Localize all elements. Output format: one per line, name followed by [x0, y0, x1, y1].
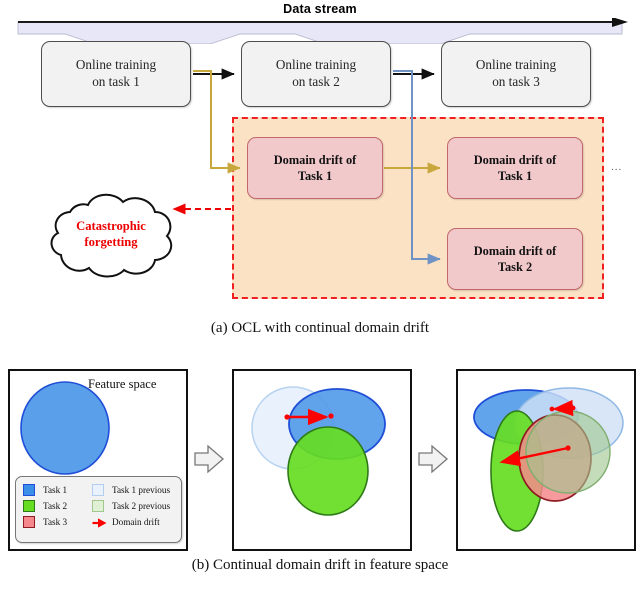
feature-space-label: Feature space: [88, 377, 157, 391]
task2-swatch: [23, 499, 35, 512]
task2-previous-swatch: [92, 499, 104, 512]
panel-b-feature-space-diagram: Feature space Task 1 Task 1 previous Tas…: [0, 352, 640, 590]
stage-3-shapes: [473, 387, 624, 532]
domain-drift-arrow-task1: [552, 399, 574, 417]
drift1-end-dot: [549, 406, 555, 412]
feature-space-stage-2: [232, 369, 412, 551]
catastrophic-forgetting-line2: forgetting: [84, 234, 138, 249]
panel-a-ocl-diagram: Data stream Online training on task 1 On…: [0, 0, 640, 352]
legend-label-task1: Task 1: [43, 484, 68, 495]
ellipsis-more-tasks: ...: [611, 162, 623, 173]
task2-ellipse: [287, 426, 369, 516]
legend-label-task1-previous: Task 1 previous: [112, 484, 171, 495]
panel-a-connectors: [50, 68, 441, 278]
legend-label-task2: Task 2: [43, 500, 68, 511]
catastrophic-forgetting-label: Catastrophic forgetting: [57, 219, 165, 250]
legend-label-task2-previous: Task 2 previous: [112, 500, 171, 511]
catastrophic-forgetting-line1: Catastrophic: [76, 219, 146, 233]
task1-ellipse: [20, 381, 110, 475]
caption-panel-b: (b) Continual domain drift in feature sp…: [191, 557, 449, 573]
task1-swatch: [23, 483, 35, 496]
block-arrow-right-icon-1: [194, 444, 224, 474]
drift-end-dot: [328, 413, 334, 419]
legend-label-domain-drift: Domain drift: [112, 516, 160, 527]
caption-panel-a: (a) OCL with continual domain drift: [210, 320, 430, 336]
task2-previous-ellipse: [525, 410, 611, 494]
legend: Task 1 Task 1 previous Task 2 Task 2 pre…: [15, 476, 182, 543]
domain-drift-arrow-icon: [92, 516, 107, 528]
feature-space-stage-3: [456, 369, 636, 551]
connector-task2-to-drift3: [393, 70, 441, 265]
block-arrow-right-icon-2: [418, 444, 448, 474]
figure-root: Data stream Online training on task 1 On…: [0, 0, 640, 590]
task3-swatch: [23, 515, 35, 528]
connector-task1-to-drift1: [193, 70, 241, 174]
legend-label-task3: Task 3: [43, 516, 68, 527]
task1-previous-swatch: [92, 483, 104, 496]
stage-2-shapes: [251, 386, 386, 516]
